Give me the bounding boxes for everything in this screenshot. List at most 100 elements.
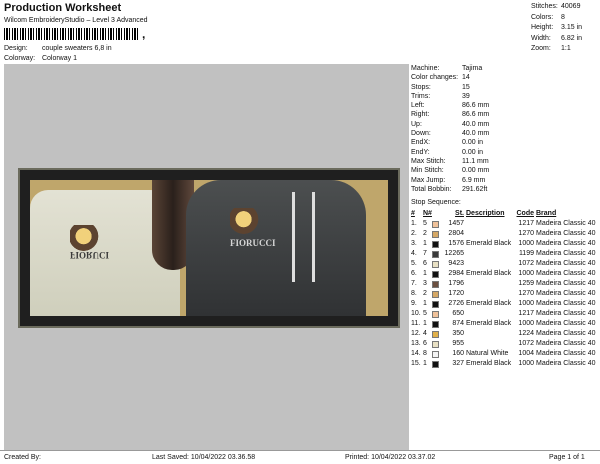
software-subtitle: Wilcom EmbroideryStudio – Level 3 Advanc… xyxy=(4,17,148,24)
stat-label: Trims: xyxy=(411,92,431,100)
stat-value: 0.00 mm xyxy=(462,167,490,175)
stat-value: 0.00 in xyxy=(462,148,484,156)
hoodie-string xyxy=(292,192,295,282)
stat-row: Color changes: 14 xyxy=(411,73,599,82)
stat-row: Machine: Tajima xyxy=(411,64,599,73)
stat-label: Max Stitch: xyxy=(411,157,446,165)
thread-swatch xyxy=(432,250,439,258)
stat-row: Down: 40.0 mm xyxy=(411,129,599,138)
stitch-count: 327 xyxy=(452,360,464,367)
stop-row: 4. 7 12265 1199 Madeira Classic 40 xyxy=(411,249,599,259)
design-label: Design: xyxy=(4,45,28,52)
summary-row: Width: 6.82 in xyxy=(531,34,599,45)
thread-code: 1000 xyxy=(518,320,534,327)
needle-number: 2 xyxy=(423,230,427,237)
thread-description: Emerald Black xyxy=(466,360,512,367)
needle-number: 8 xyxy=(423,350,427,357)
stop-row: 10. 5 650 1217 Madeira Classic 40 xyxy=(411,309,599,319)
stitch-count: 1457 xyxy=(448,220,464,227)
dark-hoodie-figure xyxy=(186,180,366,316)
thread-brand: Madeira Classic 40 xyxy=(536,280,596,287)
stat-value: 291.62ft xyxy=(462,185,488,193)
thread-code: 1004 xyxy=(518,350,534,357)
thread-code: 1217 xyxy=(518,220,534,227)
stop-row: 6. 1 2984 Emerald Black 1000 Madeira Classic … xyxy=(411,269,599,279)
thread-code: 1217 xyxy=(518,310,534,317)
barcode xyxy=(4,28,140,40)
stat-row: Max Stitch: 11.1 mm xyxy=(411,157,599,166)
stat-row: Total Bobbin: 291.62ft xyxy=(411,185,599,194)
machine-stats: Machine: Tajima Color changes: 14 Stops: 15 Tr… xyxy=(411,64,599,194)
stop-row: 2. 2 2804 1270 Madeira Classic 40 xyxy=(411,229,599,239)
design-value: couple sweaters 6,8 in xyxy=(41,45,112,52)
summary-value: 3.15 in xyxy=(561,24,583,31)
stat-label: Stops: xyxy=(411,83,431,91)
thread-brand: Madeira Classic 40 xyxy=(536,300,596,307)
stop-index: 10. xyxy=(411,310,421,317)
summary-value: 6.82 in xyxy=(561,34,583,42)
stitch-count: 1720 xyxy=(448,290,464,297)
stop-index: 6. xyxy=(411,270,417,277)
thread-brand: Madeira Classic 40 xyxy=(536,350,596,357)
stitch-count: 955 xyxy=(452,340,464,347)
stitch-count: 874 xyxy=(452,320,464,327)
thread-swatch xyxy=(432,220,439,228)
stat-row: EndY: 0.00 in xyxy=(411,148,599,157)
last-saved: Last Saved: 10/04/2022 03.36.58 xyxy=(152,454,256,461)
stat-value: 6.9 mm xyxy=(462,176,486,184)
thread-swatch xyxy=(432,330,439,338)
thread-swatch xyxy=(432,320,439,328)
stat-label: Up: xyxy=(411,120,422,128)
stat-row: Max Jump: 6.9 mm xyxy=(411,176,599,185)
stat-label: Left: xyxy=(411,102,425,110)
stop-row: 8. 2 1720 1270 Madeira Classic 40 xyxy=(411,289,599,299)
col-brand: Brand xyxy=(536,210,557,217)
stop-index: 7. xyxy=(411,280,417,287)
thread-description xyxy=(466,259,514,269)
stop-row: 13. 6 955 1072 Madeira Classic 40 xyxy=(411,339,599,349)
stat-label: Color changes: xyxy=(411,74,459,82)
hoodie-string xyxy=(312,192,315,282)
thread-brand: Madeira Classic 40 xyxy=(536,220,596,227)
page-title: Production Worksheet xyxy=(4,2,122,14)
thread-swatch xyxy=(432,290,439,298)
thread-swatch xyxy=(432,280,439,288)
thread-code: 1259 xyxy=(518,280,534,287)
stitch-count: 1576 xyxy=(448,240,464,247)
stat-value: 39 xyxy=(462,92,470,100)
stitch-count: 650 xyxy=(452,310,464,317)
needle-number: 1 xyxy=(423,360,427,367)
needle-number: 6 xyxy=(423,260,427,267)
summary-row: Zoom: 1:1 xyxy=(531,44,599,55)
col-description: Description xyxy=(466,210,505,217)
stat-value: Tajima xyxy=(462,65,483,72)
stat-value: 40.0 mm xyxy=(462,120,490,128)
col-code: Code xyxy=(516,210,535,217)
stop-index: 11. xyxy=(411,320,421,327)
design-scene: FIORUCI FIORUCCI xyxy=(30,180,388,316)
needle-number: 5 xyxy=(423,220,427,227)
thread-description xyxy=(466,339,514,349)
colorway-label: Colorway: xyxy=(4,55,36,62)
thread-code: 1072 xyxy=(518,260,534,267)
sweater-print-left: FIORUCI xyxy=(70,250,110,260)
thread-description xyxy=(466,279,514,289)
footer: Created By: Last Saved: 10/04/2022 03.36… xyxy=(0,450,600,464)
stat-row: Up: 40.0 mm xyxy=(411,120,599,129)
thread-swatch xyxy=(432,310,439,318)
needle-number: 1 xyxy=(423,240,427,247)
thread-description: Emerald Black xyxy=(466,300,512,307)
stop-sequence-header: # N# St. Description Code Brand xyxy=(411,208,599,219)
colorway-value: Colorway 1 xyxy=(41,55,77,62)
stitch-count: 2726 xyxy=(448,300,464,307)
stat-row: Right: 86.6 mm xyxy=(411,110,599,119)
thread-brand: Madeira Classic 40 xyxy=(536,340,596,347)
thread-brand: Madeira Classic 40 xyxy=(536,270,596,277)
angel-print-right xyxy=(230,208,264,236)
thread-description xyxy=(466,329,514,339)
col-n: N# xyxy=(423,210,432,217)
stop-row: 15. 1 327 Emerald Black 1000 Madeira Classic … xyxy=(411,359,599,369)
thread-swatch xyxy=(432,230,439,238)
design-row: Design: couple sweaters 6,8 in xyxy=(4,45,112,52)
stop-sequence-title: Stop Sequence: xyxy=(411,199,461,206)
